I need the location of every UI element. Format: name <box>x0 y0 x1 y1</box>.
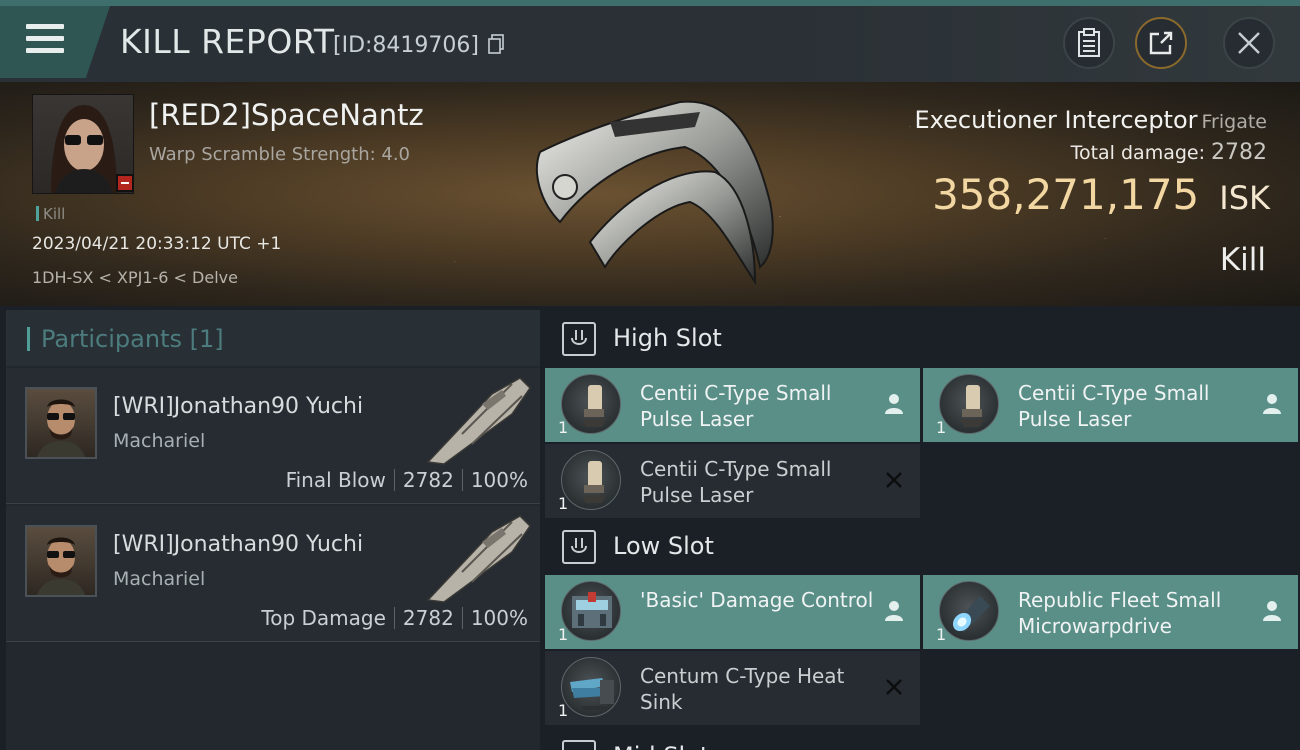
module-name: Centii C-Type Small Pulse Laser <box>640 381 832 431</box>
kill-id: [ID:8419706] <box>333 33 479 58</box>
microwarpdrive-icon <box>939 581 999 641</box>
participants-label: Participants [1] <box>41 325 224 353</box>
total-damage-value: 2782 <box>1211 140 1267 165</box>
victim-name[interactable]: [RED2]SpaceNantz <box>149 98 424 132</box>
menu-icon[interactable] <box>26 24 64 56</box>
pulse-laser-icon <box>939 374 999 434</box>
pilot-icon <box>1263 394 1281 414</box>
copy-icon[interactable] <box>488 34 504 54</box>
mid-slot-icon <box>562 740 596 750</box>
module-item[interactable]: 1 Centii C-Type Small Pulse Laser <box>545 368 920 442</box>
module-qty: 1 <box>936 418 947 437</box>
damage-control-icon <box>561 581 621 641</box>
module-name: Republic Fleet Small Microwarpdrive <box>1018 588 1222 638</box>
warp-scramble-strength: Warp Scramble Strength: 4.0 <box>149 144 411 165</box>
participant-percent: 100% <box>470 606 528 630</box>
mid-slot-label: Mid Slot <box>613 742 709 750</box>
participant-damage: 2782 <box>402 606 454 630</box>
close-button[interactable] <box>1223 17 1275 69</box>
participant-row[interactable]: [WRI]Jonathan90 Yuchi Machariel Final Bl… <box>6 368 540 504</box>
destroyed-x-icon <box>886 472 902 488</box>
pilot-icon <box>1263 601 1281 621</box>
participants-panel: Participants [1] [WRI]Jonathan90 Yuchi M… <box>6 310 540 750</box>
share-button[interactable] <box>1135 17 1187 69</box>
pulse-laser-icon <box>561 450 621 510</box>
module-name: 'Basic' Damage Control <box>640 588 874 612</box>
module-item[interactable]: 1 Republic Fleet Small Microwarpdrive <box>923 575 1298 649</box>
destroyed-x-icon <box>886 679 902 695</box>
module-qty: 1 <box>936 625 947 644</box>
kill-tag: Kill <box>36 205 65 223</box>
module-qty: 1 <box>558 494 569 513</box>
module-item[interactable]: 1 Centii C-Type Small Pulse Laser <box>923 368 1298 442</box>
low-slot-header: Low Slot <box>545 518 1300 574</box>
result-label: Kill <box>1219 242 1266 278</box>
mid-slot-header: Mid Slot <box>545 728 1300 750</box>
total-damage: Total damage: 2782 <box>1071 140 1267 165</box>
participant-portrait[interactable] <box>25 387 97 459</box>
victim-ship-image[interactable] <box>520 92 790 292</box>
kill-tag-label: Kill <box>43 205 66 223</box>
module-item[interactable]: 1 'Basic' Damage Control <box>545 575 920 649</box>
victim-ship-name[interactable]: Executioner Interceptor Frigate <box>915 106 1267 134</box>
fitting-panel: High Slot 1 Centii C-Type Small Pulse La… <box>545 310 1300 750</box>
participants-header: Participants [1] <box>6 310 540 366</box>
module-name: Centii C-Type Small Pulse Laser <box>1018 381 1210 431</box>
isk-unit: ISK <box>1219 179 1270 217</box>
total-damage-label: Total damage: <box>1070 142 1205 164</box>
module-name: Centii C-Type Small Pulse Laser <box>640 457 832 507</box>
high-slot-label: High Slot <box>613 324 722 352</box>
pilot-icon <box>885 601 903 621</box>
standing-badge <box>116 174 134 192</box>
participant-percent: 100% <box>470 468 528 492</box>
module-qty: 1 <box>558 701 569 720</box>
clipboard-button[interactable] <box>1063 17 1115 69</box>
ship-type: Executioner Interceptor <box>914 106 1198 134</box>
kill-location[interactable]: 1DH-SX < XPJ1-6 < Delve <box>32 268 238 287</box>
pilot-icon <box>885 394 903 414</box>
participant-stats: Final Blow 2782 100% <box>286 468 528 492</box>
close-icon <box>1238 32 1260 54</box>
ship-class: Frigate <box>1201 111 1267 133</box>
participant-role: Top Damage <box>261 606 386 630</box>
page-title: KILL REPORT <box>120 22 335 61</box>
header-bar: KILL REPORT [ID:8419706] <box>0 0 1300 82</box>
pulse-laser-icon <box>561 374 621 434</box>
heat-sink-icon <box>561 657 621 717</box>
participant-ship: Machariel <box>113 568 206 590</box>
isk-value: 358,271,175 ISK <box>932 170 1270 219</box>
participant-role: Final Blow <box>285 468 386 492</box>
kill-datetime: 2023/04/21 20:33:12 UTC +1 <box>32 234 282 254</box>
module-item[interactable]: 1 Centum C-Type Heat Sink <box>545 651 920 725</box>
participant-ship: Machariel <box>113 430 206 452</box>
module-qty: 1 <box>558 625 569 644</box>
clipboard-icon <box>1078 28 1100 57</box>
share-icon <box>1149 31 1173 55</box>
participant-name[interactable]: [WRI]Jonathan90 Yuchi <box>113 532 363 557</box>
participant-ship-image <box>426 515 531 603</box>
participant-row[interactable]: [WRI]Jonathan90 Yuchi Machariel Top Dama… <box>6 506 540 642</box>
participant-name[interactable]: [WRI]Jonathan90 Yuchi <box>113 394 363 419</box>
participant-portrait[interactable] <box>25 525 97 597</box>
header-accent-line <box>0 0 1300 6</box>
low-slot-label: Low Slot <box>613 532 714 560</box>
module-qty: 1 <box>558 418 569 437</box>
victim-banner: [RED2]SpaceNantz Warp Scramble Strength:… <box>0 82 1300 306</box>
high-slot-icon <box>562 322 596 356</box>
participant-stats: Top Damage 2782 100% <box>261 606 528 630</box>
participant-ship-image <box>426 377 531 465</box>
high-slot-header: High Slot <box>545 310 1300 366</box>
isk-amount: 358,271,175 <box>932 170 1200 219</box>
low-slot-icon <box>562 530 596 564</box>
module-item[interactable]: 1 Centii C-Type Small Pulse Laser <box>545 444 920 518</box>
participant-damage: 2782 <box>402 468 454 492</box>
module-name: Centum C-Type Heat Sink <box>640 664 845 714</box>
